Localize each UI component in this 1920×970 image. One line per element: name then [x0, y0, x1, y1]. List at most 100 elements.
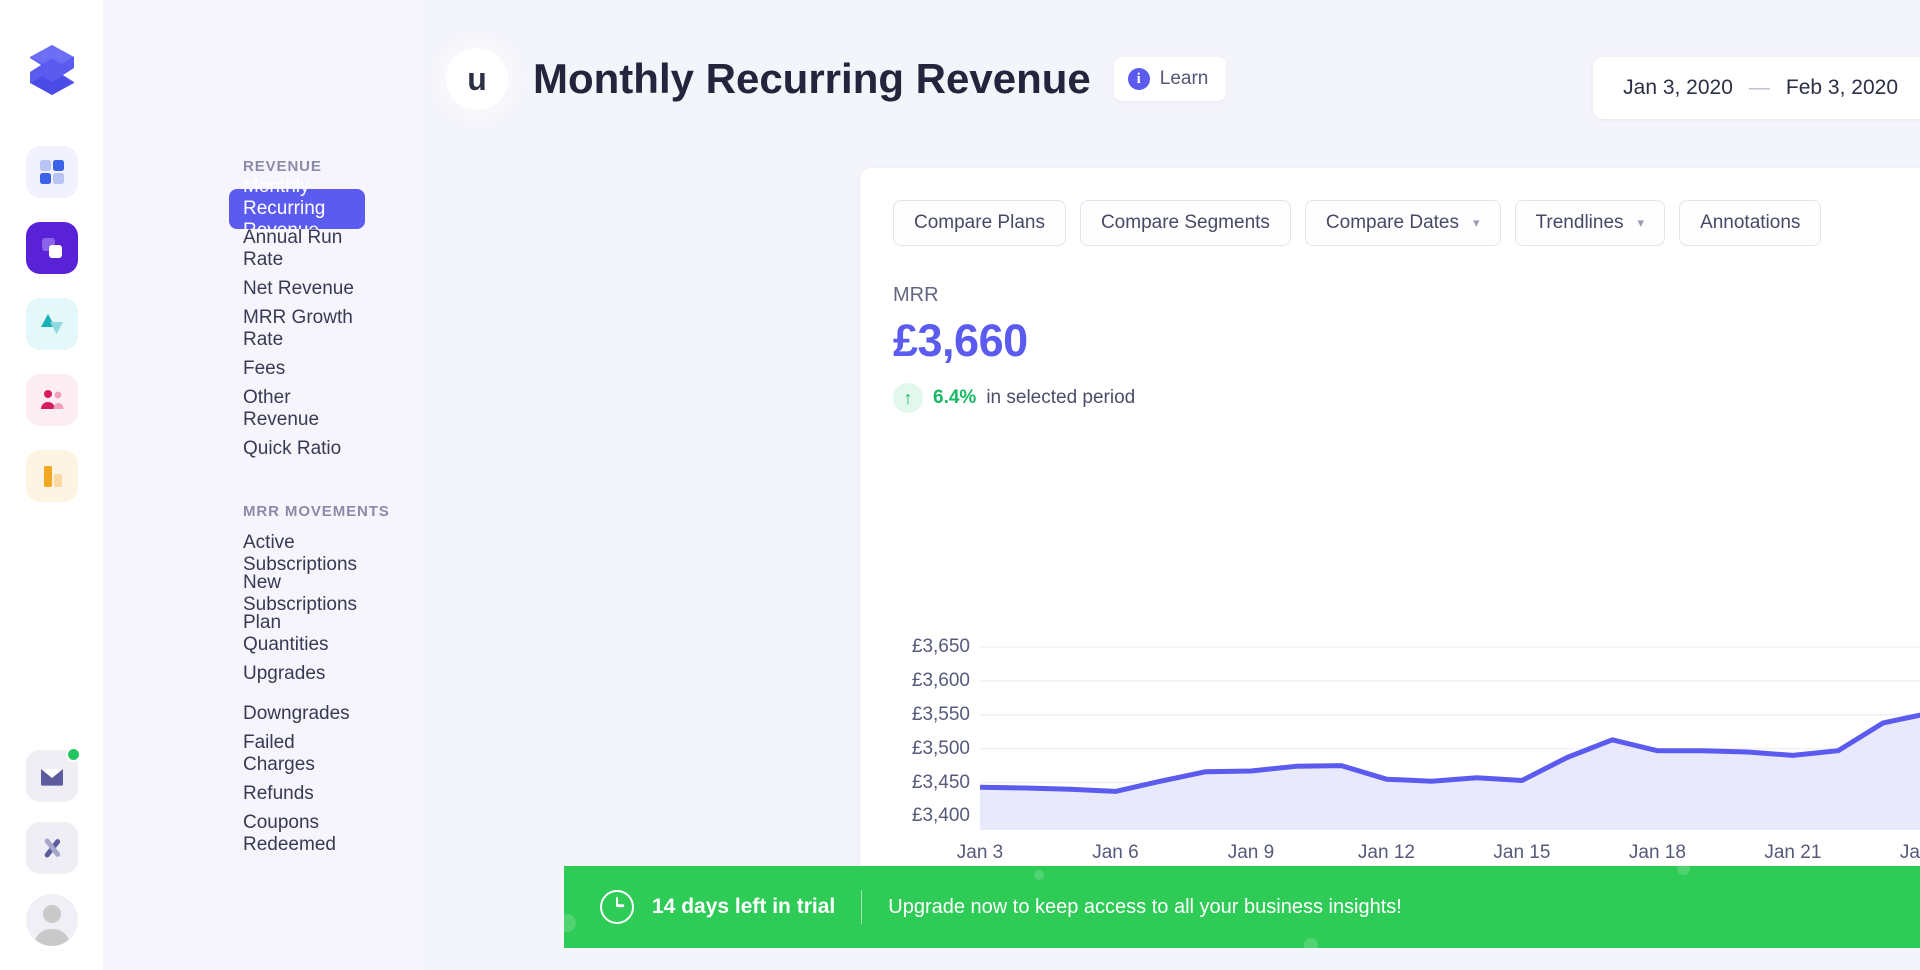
chart-y-axis: £3,400 £3,450 £3,500 £3,550 £3,600 £3,650 — [860, 630, 970, 830]
stat-delta-suffix: in selected period — [986, 387, 1136, 408]
date-range-separator: — — [1748, 76, 1770, 99]
cross-tools-icon — [44, 838, 60, 858]
stat-delta: ↑ 6.4% in selected period — [893, 383, 1920, 413]
sidebar-item-label: Quick Ratio — [243, 438, 342, 459]
date-range-end: Feb 3, 2020 — [1785, 76, 1898, 99]
compare-dates-button[interactable]: Compare Dates ▾ — [1304, 200, 1501, 246]
chart-y-tick: £3,600 — [911, 669, 970, 691]
sidebar-item-annual-run-rate[interactable]: Annual Run Rate — [229, 227, 365, 270]
sidebar-item-monthly-recurring-revenue[interactable]: Monthly Recurring Revenue — [229, 176, 365, 241]
sidebar-item-mrr-growth-rate[interactable]: MRR Growth Rate — [229, 307, 365, 350]
sidebar-item-label: Refunds — [243, 783, 314, 804]
dashboard-grid-icon — [39, 160, 64, 184]
chart-x-tick: Jan 9 — [1227, 842, 1275, 863]
account-badge: u — [446, 48, 508, 110]
sidebar-item-inbox[interactable] — [25, 747, 81, 802]
metrics-sidebar-nav: Revenue Monthly Recurring Revenue Annual… — [103, 0, 423, 970]
sidebar-item-label: MRR Growth Rate — [243, 307, 353, 350]
stat-delta-percent: 6.4% — [933, 387, 977, 408]
sidebar-item-other-revenue[interactable]: Other Revenue — [229, 387, 365, 430]
decor-bubble — [1677, 866, 1690, 875]
unread-badge-dot — [65, 747, 81, 762]
trendlines-label: Trendlines — [1535, 212, 1624, 233]
compare-segments-label: Compare Segments — [1100, 212, 1270, 233]
learn-button-label: Learn — [1159, 68, 1209, 89]
triangle-arrow-icon — [40, 314, 63, 334]
chart-y-tick: £3,650 — [911, 635, 970, 657]
rail-primary-icons — [25, 146, 78, 502]
clock-icon — [600, 890, 634, 924]
compare-dates-label: Compare Dates — [1325, 212, 1459, 233]
trial-banner: 14 days left in trial Upgrade now to kee… — [564, 866, 1920, 948]
sidebar-item-label: Active Subscriptions — [243, 532, 358, 575]
sidebar-item-label: Net Revenue — [243, 278, 354, 299]
chart-x-tick: Jan 6 — [1092, 842, 1139, 863]
bar-chart-icon — [43, 466, 62, 487]
chevron-down-icon: ▾ — [1472, 215, 1480, 230]
icon-rail — [0, 0, 103, 970]
sidebar-item-fees[interactable]: Fees — [229, 349, 365, 389]
sidebar-item-tools[interactable] — [25, 822, 78, 874]
date-range-picker[interactable]: Jan 3, 2020 — Feb 3, 2020 — [1593, 57, 1920, 119]
annotations-button[interactable]: Annotations — [1679, 200, 1822, 246]
sidebar-item-label: New Subscriptions — [243, 572, 358, 615]
mrr-chart: £3,400 £3,450 £3,500 £3,550 £3,600 £3,650 Jan… — [860, 630, 1920, 880]
chart-toolbar: Compare Plans Compare Segments Compare D… — [860, 168, 1920, 246]
people-group-icon — [40, 390, 63, 409]
sidebar-item-plan-quantities[interactable]: Plan Quantities — [229, 612, 365, 655]
date-range-start: Jan 3, 2020 — [1623, 76, 1733, 99]
annotations-label: Annotations — [1700, 212, 1801, 233]
compare-segments-button[interactable]: Compare Segments — [1079, 200, 1291, 246]
baremetrics-logo-icon[interactable] — [24, 42, 80, 98]
chart-y-tick: £3,550 — [911, 703, 970, 725]
trial-message: Upgrade now to keep access to all your b… — [888, 895, 1402, 918]
sidebar-item-customers[interactable] — [25, 374, 78, 426]
sidebar-item-failed-charges[interactable]: Failed Charges — [229, 732, 365, 775]
sidebar-item-upgrades[interactable]: Upgrades — [229, 654, 365, 694]
sidebar-item-dashboard[interactable] — [25, 146, 78, 198]
chart-y-tick: £3,450 — [911, 771, 970, 793]
sidebar-item-label: Annual Run Rate — [243, 227, 343, 270]
chart-x-tick: Jan 24 — [1899, 842, 1920, 863]
chart-area-fill — [980, 715, 1920, 830]
sidebar-item-label: Other Revenue — [243, 387, 320, 430]
compare-plans-label: Compare Plans — [914, 212, 1045, 233]
sidebar-item-forecast[interactable] — [25, 298, 78, 350]
sidebar-item-label: Fees — [243, 358, 286, 379]
sidebar-item-reports[interactable] — [25, 450, 78, 502]
layers-squares-icon — [41, 238, 62, 258]
sidebar-item-downgrades[interactable]: Downgrades — [229, 694, 365, 734]
sidebar-item-quick-ratio[interactable]: Quick Ratio — [229, 429, 365, 469]
sidebar-item-metrics[interactable] — [25, 222, 78, 274]
main-content: u Monthly Recurring Revenue i Learn Jan … — [423, 0, 1920, 970]
compare-plans-button[interactable]: Compare Plans — [893, 200, 1066, 246]
user-avatar-icon[interactable] — [25, 894, 78, 946]
sidebar-item-active-subscriptions[interactable]: Active Subscriptions — [229, 532, 365, 575]
nav-section-title-mrr-movements: MRR Movements — [243, 503, 390, 520]
trial-countdown: 14 days left in trial — [600, 890, 835, 924]
sidebar-item-label: Coupons Redeemed — [243, 812, 336, 855]
page-title: Monthly Recurring Revenue — [533, 55, 1091, 102]
chart-card: Compare Plans Compare Segments Compare D… — [860, 168, 1920, 888]
sidebar-item-net-revenue[interactable]: Net Revenue — [229, 269, 365, 309]
chart-x-tick: Jan 3 — [956, 842, 1004, 863]
sidebar-item-label: Plan Quantities — [243, 612, 329, 655]
chevron-down-icon: ▾ — [1637, 215, 1645, 230]
arrow-up-icon: ↑ — [893, 383, 923, 413]
chart-x-tick: Jan 12 — [1357, 842, 1415, 863]
mrr-stat-block: MRR £3,660 ↑ 6.4% in selected period — [860, 246, 1920, 413]
learn-button[interactable]: i Learn — [1113, 57, 1227, 101]
info-icon: i — [1127, 68, 1150, 90]
chart-series-svg — [980, 630, 1920, 830]
chart-x-tick: Jan 21 — [1764, 842, 1822, 863]
trendlines-button[interactable]: Trendlines ▾ — [1514, 200, 1666, 246]
sidebar-item-label: Failed Charges — [243, 732, 315, 775]
sidebar-item-new-subscriptions[interactable]: New Subscriptions — [229, 572, 365, 615]
stat-value: £3,660 — [893, 315, 1028, 366]
decor-bubble — [564, 914, 576, 932]
banner-divider — [861, 890, 863, 924]
sidebar-item-coupons-redeemed[interactable]: Coupons Redeemed — [229, 812, 365, 855]
chart-y-tick: £3,500 — [911, 737, 970, 759]
chart-y-tick: £3,400 — [911, 805, 970, 827]
sidebar-item-refunds[interactable]: Refunds — [229, 774, 365, 814]
